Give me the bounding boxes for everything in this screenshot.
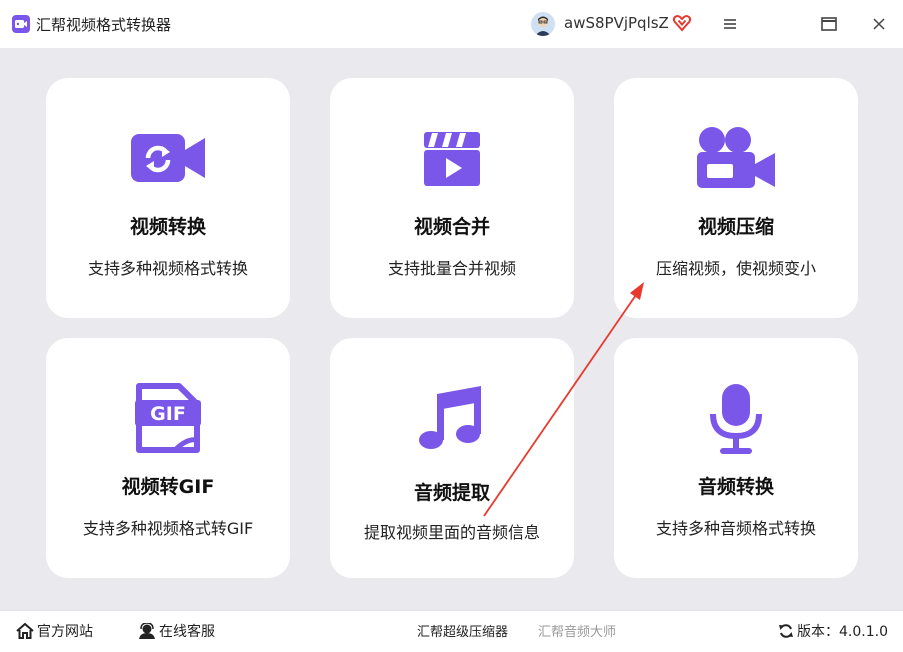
card-title: 视频转GIF	[121, 476, 215, 498]
official-website-link[interactable]: 官方网站	[16, 621, 93, 641]
card-title: 视频转换	[129, 216, 206, 238]
version-info[interactable]: 版本：4.0.1.0	[778, 621, 888, 641]
card-desc: 压缩视频，使视频变小	[655, 259, 816, 278]
customer-service-icon	[139, 623, 155, 639]
card-desc: 支持多种视频格式转换	[87, 259, 248, 278]
card-title: 音频转换	[697, 476, 774, 498]
online-support-label: 在线客服	[159, 624, 215, 640]
online-support-link[interactable]: 在线客服	[138, 621, 215, 641]
home-icon	[16, 623, 34, 639]
app-title: 汇帮视频格式转换器	[36, 16, 172, 34]
official-website-label: 官方网站	[37, 624, 93, 640]
maximize-icon[interactable]	[818, 13, 840, 35]
super-compressor-link[interactable]: 汇帮超级压缩器	[417, 621, 508, 640]
close-icon[interactable]	[868, 13, 890, 35]
username[interactable]: awS8PVjPqlsZ	[564, 14, 669, 32]
card-audio-extract[interactable]: 音频提取 提取视频里面的音频信息	[330, 338, 574, 578]
card-desc: 支持批量合并视频	[387, 259, 516, 278]
video-merge-icon	[330, 128, 574, 188]
card-audio-convert[interactable]: 音频转换 支持多种音频格式转换	[614, 338, 858, 578]
card-video-to-gif[interactable]: GIF 视频转GIF 支持多种视频格式转GIF	[46, 338, 290, 578]
video-convert-icon	[46, 130, 290, 186]
video-camera-icon	[614, 126, 858, 190]
card-title: 视频合并	[413, 216, 490, 238]
user-avatar[interactable]	[531, 12, 555, 36]
title-bar: 汇帮视频格式转换器 awS8PVjPqlsZ	[0, 0, 903, 48]
audio-master-link[interactable]: 汇帮音频大师	[538, 621, 616, 640]
card-video-compress[interactable]: 视频压缩 压缩视频，使视频变小	[614, 78, 858, 318]
card-video-convert[interactable]: 视频转换 支持多种视频格式转换	[46, 78, 290, 318]
card-title: 音频提取	[413, 482, 490, 504]
vip-heart-icon[interactable]	[672, 13, 692, 33]
card-title: 视频压缩	[697, 216, 774, 238]
footer: 官方网站 在线客服 汇帮超级压缩器 汇帮音频大师 版本：4.0.1.0	[0, 610, 903, 652]
card-desc: 支持多种视频格式转GIF	[82, 519, 254, 538]
card-video-merge[interactable]: 视频合并 支持批量合并视频	[330, 78, 574, 318]
svg-text:GIF: GIF	[150, 403, 186, 425]
menu-icon[interactable]	[719, 13, 741, 35]
card-desc: 提取视频里面的音频信息	[363, 523, 540, 542]
card-desc: 支持多种音频格式转换	[655, 519, 816, 538]
app-logo-icon	[12, 15, 30, 33]
microphone-icon	[614, 382, 858, 456]
gif-file-icon: GIF	[46, 382, 290, 454]
music-note-icon	[330, 382, 574, 452]
version-label: 版本：4.0.1.0	[797, 624, 888, 640]
refresh-icon	[779, 624, 793, 638]
